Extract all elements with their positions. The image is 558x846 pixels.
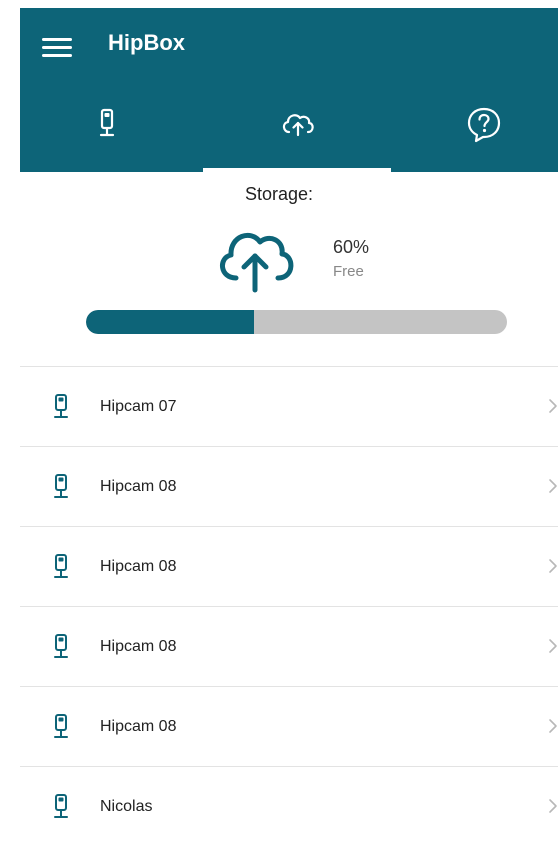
chevron-right-icon: [549, 639, 557, 653]
camera-name: Hipcam 07: [100, 398, 177, 415]
app-title: HipBox: [108, 30, 185, 55]
camera-list-item[interactable]: Hipcam 08: [20, 526, 558, 606]
chevron-right-icon: [549, 559, 557, 573]
storage-progress-bar: [86, 310, 507, 334]
tab-camera[interactable]: [88, 104, 128, 144]
app-header: HipBox: [20, 8, 558, 172]
storage-label: Storage:: [244, 184, 314, 204]
camera-icon: [54, 714, 68, 738]
camera-list-item[interactable]: Hipcam 07: [20, 366, 558, 446]
active-tab-indicator: [203, 168, 391, 172]
camera-icon: [99, 108, 115, 137]
camera-name: Hipcam 08: [100, 478, 177, 495]
camera-name: Hipcam 08: [100, 718, 177, 735]
chevron-right-icon: [549, 719, 557, 733]
tab-cloud[interactable]: [278, 104, 318, 144]
camera-name: Nicolas: [100, 798, 153, 815]
chevron-right-icon: [549, 799, 557, 813]
tab-help[interactable]: [464, 104, 504, 144]
storage-free-label: Free: [333, 263, 364, 280]
camera-icon: [54, 394, 68, 418]
camera-name: Hipcam 08: [100, 558, 177, 575]
camera-list-item[interactable]: Nicolas: [20, 766, 558, 846]
camera-list: Hipcam 07 Hipcam 08 Hipcam 08 Hipcam 08 Hipc…: [20, 366, 558, 846]
menu-icon[interactable]: [42, 36, 72, 60]
cloud-upload-icon: [282, 114, 314, 137]
camera-list-item[interactable]: Hipcam 08: [20, 686, 558, 766]
storage-progress-fill: [86, 310, 255, 334]
storage-percent: 60%: [333, 237, 370, 257]
camera-icon: [54, 794, 68, 818]
camera-list-item[interactable]: Hipcam 08: [20, 606, 558, 686]
camera-icon: [54, 554, 68, 578]
help-chat-icon: [467, 107, 501, 143]
camera-name: Hipcam 08: [100, 638, 177, 655]
camera-icon: [54, 634, 68, 658]
cloud-upload-icon: [220, 232, 294, 293]
camera-list-item[interactable]: Hipcam 08: [20, 446, 558, 526]
chevron-right-icon: [549, 479, 557, 493]
chevron-right-icon: [549, 399, 557, 413]
camera-icon: [54, 474, 68, 498]
